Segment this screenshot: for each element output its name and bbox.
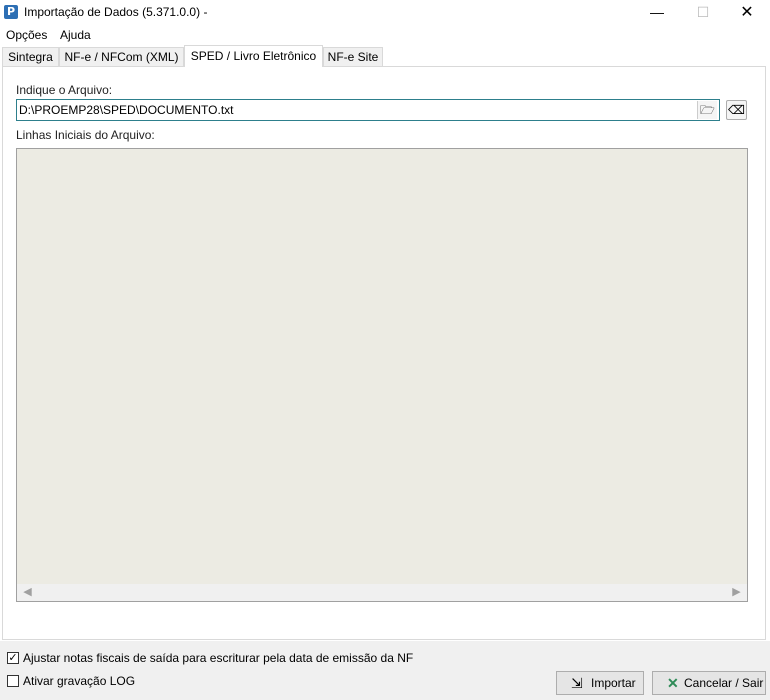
import-button[interactable]: ⇲ Importar	[556, 671, 644, 695]
log-checkbox[interactable]	[7, 675, 19, 687]
close-button[interactable]: ✕	[724, 0, 770, 25]
footer-panel: ✓ Ajustar notas fiscais de saída para es…	[0, 641, 770, 700]
cancel-button[interactable]: ✕ Cancelar / Sair	[652, 671, 766, 695]
tab-strip: Sintegra NF-e / NFCom (XML) SPED / Livro…	[0, 45, 770, 67]
file-path-input[interactable]: D:\PROEMP28\SPED\DOCUMENTO.txt	[16, 99, 720, 121]
title-bar: P Importação de Dados (5.371.0.0) - — ☐ …	[0, 0, 770, 25]
x-icon: ✕	[667, 675, 679, 691]
folder-open-icon[interactable]: 🗁	[697, 101, 717, 119]
menu-ajuda[interactable]: Ajuda	[60, 28, 91, 42]
maximize-button[interactable]: ☐	[680, 0, 726, 25]
scroll-left-icon[interactable]: ◀	[19, 584, 36, 601]
eraser-icon[interactable]: ⌫	[726, 100, 747, 120]
adjust-checkbox[interactable]: ✓	[7, 652, 19, 664]
tab-sintegra[interactable]: Sintegra	[2, 47, 59, 66]
import-icon: ⇲	[571, 675, 583, 691]
window-title: Importação de Dados (5.371.0.0) -	[24, 5, 208, 19]
scroll-right-icon[interactable]: ▶	[728, 584, 745, 601]
log-checkbox-label: Ativar gravação LOG	[23, 674, 136, 688]
menu-bar: Opções Ajuda	[0, 25, 770, 45]
preview-label: Linhas Iniciais do Arquivo:	[16, 128, 155, 142]
horizontal-scrollbar[interactable]: ◀ ▶	[17, 584, 747, 601]
menu-opcoes[interactable]: Opções	[6, 28, 47, 42]
adjust-checkbox-label: Ajustar notas fiscais de saída para escr…	[23, 651, 414, 665]
tab-nfe-site[interactable]: NF-e Site	[323, 47, 383, 66]
file-label: Indique o Arquivo:	[16, 83, 113, 97]
minimize-button[interactable]: —	[634, 0, 680, 25]
file-preview-area[interactable]: ◀ ▶	[16, 148, 748, 602]
tab-sped-livro-eletronico[interactable]: SPED / Livro Eletrônico	[184, 45, 323, 67]
app-logo-icon: P	[4, 5, 18, 19]
tab-nfe-nfcom-xml[interactable]: NF-e / NFCom (XML)	[59, 47, 184, 66]
